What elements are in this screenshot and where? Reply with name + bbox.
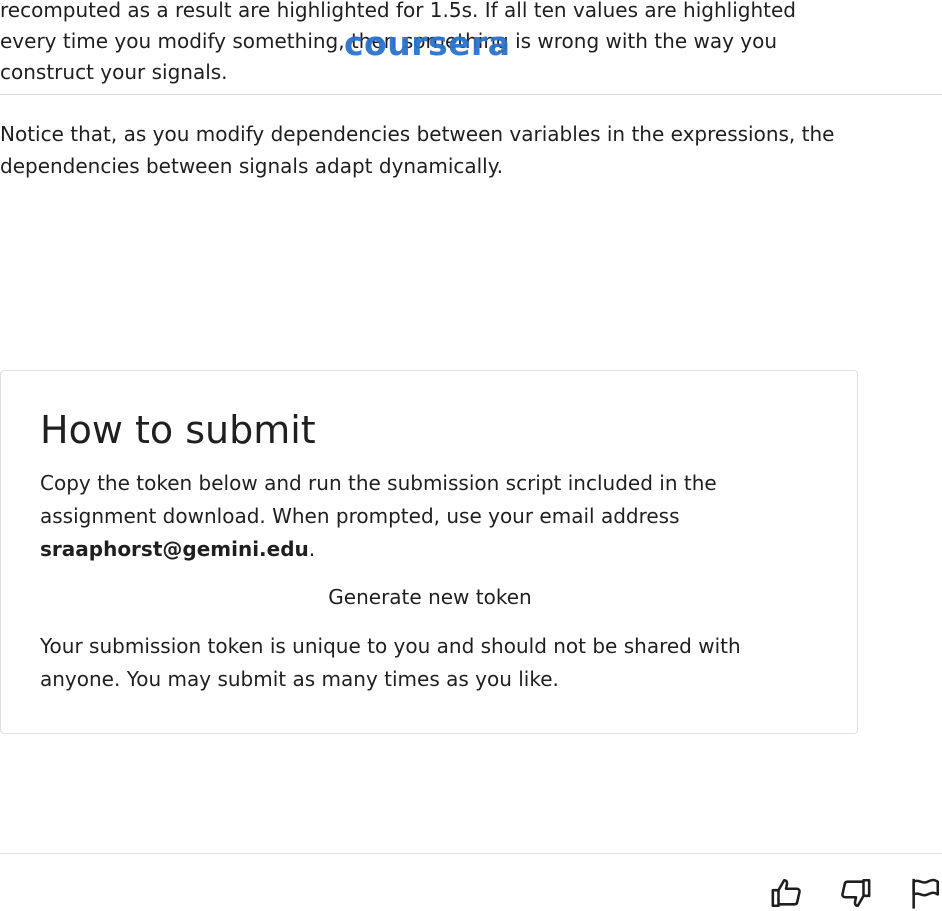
- coursera-logo[interactable]: coursera: [344, 27, 511, 60]
- token-note: Your submission token is unique to you a…: [40, 634, 741, 691]
- intro-line-1: recomputed as a result are highlighted f…: [0, 0, 796, 22]
- content-divider: [0, 94, 942, 95]
- submit-email: sraaphorst@gemini.edu: [40, 537, 309, 561]
- flag-icon: [912, 878, 940, 909]
- generate-token-button[interactable]: Generate new token: [300, 580, 560, 614]
- like-button[interactable]: [770, 875, 806, 911]
- submit-instruction-text: Copy the token below and run the submiss…: [40, 471, 717, 528]
- report-button[interactable]: [908, 875, 942, 911]
- feedback-divider: [0, 853, 942, 854]
- notice-paragraph: Notice that, as you modify dependencies …: [0, 122, 835, 178]
- submit-instruction-suffix: .: [308, 537, 316, 561]
- thumbs-down-icon: [841, 878, 871, 908]
- assignment-page: recomputed as a result are highlighted f…: [0, 0, 942, 911]
- submit-title: How to submit: [40, 408, 316, 452]
- thumbs-up-icon: [771, 878, 801, 908]
- intro-line-3: construct your signals.: [0, 60, 228, 84]
- submit-instructions: Copy the token below and run the submiss…: [40, 467, 800, 566]
- dislike-button[interactable]: [838, 875, 874, 911]
